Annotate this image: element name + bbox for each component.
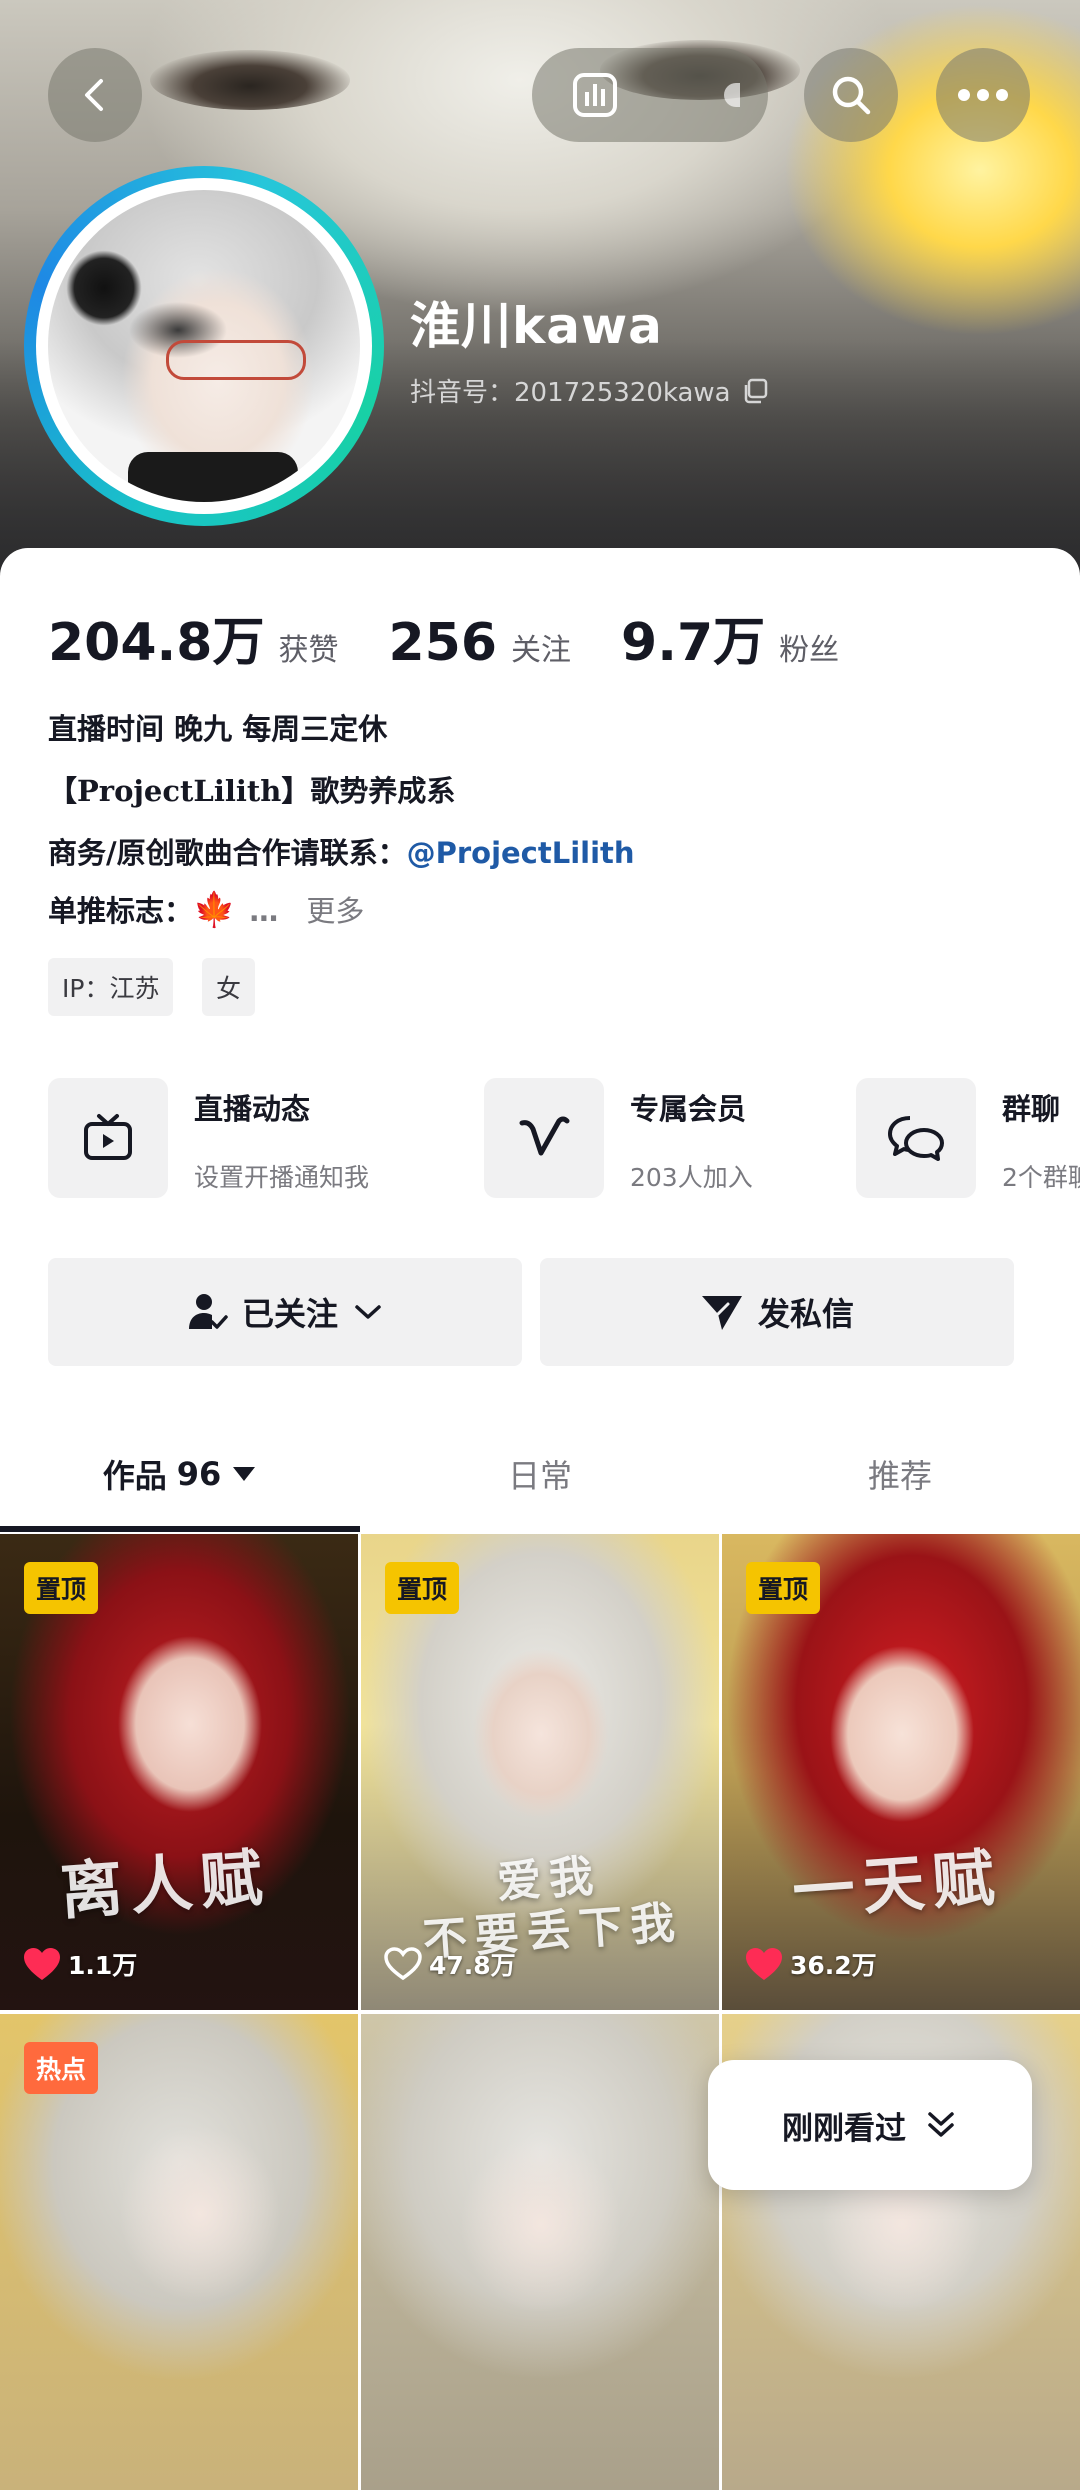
v-badge-icon	[519, 1116, 570, 1156]
video-cover	[361, 2014, 719, 2490]
avatar-image	[48, 190, 360, 502]
following-button-label: 已关注	[241, 1295, 338, 1333]
video-likes-count: 36.2万	[790, 1951, 877, 1980]
back-button[interactable]	[48, 48, 142, 142]
feature-live-icon-box	[48, 1078, 168, 1198]
heart-filled-icon	[746, 1948, 782, 1980]
banner-eye-left	[150, 50, 350, 110]
feature-live-title: 直播动态	[194, 1092, 311, 1126]
video-likes: 1.1万	[22, 1946, 137, 1982]
bio-line-2: 【ProjectLilith】歌势养成系	[48, 774, 456, 808]
stats-row: 204.8万 获赞 256 关注 9.7万 粉丝	[48, 600, 889, 675]
tab-recommended-label: 推荐	[867, 1457, 932, 1495]
likes-label: 获赞	[278, 633, 339, 668]
avatar[interactable]	[24, 166, 384, 526]
video-cover-text: 离人赋	[58, 1840, 273, 1929]
bio-mention-link[interactable]: @ProjectLilith	[407, 836, 635, 870]
ellipsis-icon	[958, 89, 1008, 101]
avatar-border	[36, 178, 372, 514]
followers-count[interactable]: 9.7万	[621, 600, 765, 675]
bio-more-link[interactable]: 更多	[306, 894, 364, 928]
stats-button[interactable]	[532, 48, 768, 142]
tab-daily-label: 日常	[507, 1457, 572, 1495]
feature-chat-title: 群聊	[1002, 1092, 1061, 1126]
tab-daily[interactable]: 日常	[360, 1420, 720, 1528]
following-label: 关注	[511, 633, 572, 668]
pinned-badge: 置顶	[385, 1562, 460, 1614]
following-count[interactable]: 256	[388, 613, 497, 673]
content-tabs: 作品 96 日常 推荐	[0, 1420, 1080, 1532]
profile-name: 淮川kawa	[410, 297, 663, 355]
avatar-flower	[66, 250, 142, 326]
message-button-label: 发私信	[757, 1295, 854, 1333]
recently-viewed-label: 刚刚看过	[782, 2110, 906, 2147]
caret-down-icon	[233, 1467, 256, 1481]
video-card[interactable]	[361, 2014, 719, 2490]
bar-chart-icon	[573, 73, 617, 117]
bio-line-3: 商务/原创歌曲合作请联系：@ProjectLilith	[48, 830, 635, 872]
video-card[interactable]: 置顶 离人赋 1.1万	[0, 1534, 358, 2010]
video-card[interactable]: 置顶 爱我 不要丢下我 47.8万	[361, 1534, 719, 2010]
video-likes: 47.8万	[383, 1946, 516, 1982]
user-check-icon	[188, 1294, 228, 1329]
likes-count[interactable]: 204.8万	[48, 600, 264, 675]
heart-filled-icon	[24, 1948, 60, 1980]
search-button[interactable]	[804, 48, 898, 142]
tab-works-label: 作品	[102, 1457, 167, 1495]
chat-bubbles-icon	[888, 1116, 944, 1161]
more-button[interactable]	[936, 48, 1030, 142]
feature-group-chat[interactable]: 群聊 2个群聊	[856, 1078, 1080, 1198]
tab-works[interactable]: 作品 96	[0, 1420, 360, 1528]
recently-viewed-button[interactable]: 刚刚看过	[708, 2060, 1032, 2190]
hot-badge: 热点	[24, 2042, 99, 2094]
ip-tag: IP：江苏	[48, 958, 174, 1016]
bio-line-3-prefix: 商务/原创歌曲合作请联系：	[48, 836, 407, 870]
copy-icon[interactable]	[741, 377, 769, 405]
profile-id[interactable]: 抖音号：201725320kawa	[410, 372, 769, 409]
pinned-badge: 置顶	[746, 1562, 821, 1614]
following-button[interactable]: 已关注	[48, 1258, 522, 1366]
bio-line-4-prefix: 单推标志：	[48, 894, 194, 928]
feature-membership[interactable]: 专属会员 203人加入	[484, 1078, 753, 1198]
video-likes-count: 47.8万	[429, 1951, 516, 1980]
avatar-glasses	[166, 340, 306, 380]
video-card[interactable]: 置顶 一天赋 36.2万	[722, 1534, 1080, 2010]
search-icon	[832, 76, 871, 115]
video-cover-text: 一天赋	[790, 1840, 1005, 1929]
feature-member-subtitle: 203人加入	[630, 1163, 753, 1192]
feature-live-updates[interactable]: 直播动态 设置开播通知我	[48, 1078, 369, 1198]
feature-chat-subtitle: 2个群聊	[1002, 1163, 1080, 1192]
avatar-collar	[128, 452, 298, 502]
feature-member-title: 专属会员	[630, 1092, 747, 1126]
maple-leaf-icon: 🍁	[193, 890, 236, 930]
pinned-badge: 置顶	[24, 1562, 99, 1614]
feature-chat-icon-box	[856, 1078, 976, 1198]
bio-line-4: 单推标志：🍁 … 更多	[48, 888, 364, 930]
heart-outline-icon	[384, 1947, 422, 1981]
chevron-down-icon	[355, 1305, 381, 1319]
tv-icon	[84, 1114, 132, 1160]
feature-live-subtitle: 设置开播通知我	[194, 1163, 370, 1192]
stats-indicator-dot	[724, 83, 740, 107]
tab-recommended[interactable]: 推荐	[720, 1420, 1080, 1528]
followers-label: 粉丝	[779, 633, 840, 668]
message-button[interactable]: 发私信	[540, 1258, 1014, 1366]
tab-active-indicator	[0, 1526, 360, 1532]
chevron-left-icon	[85, 79, 103, 111]
feature-member-icon-box	[484, 1078, 604, 1198]
video-likes-count: 1.1万	[68, 1951, 138, 1980]
video-likes: 36.2万	[744, 1946, 877, 1982]
double-chevron-down-icon	[928, 2112, 954, 2137]
video-card[interactable]: 热点	[0, 2014, 358, 2490]
tab-works-count: 96	[176, 1455, 222, 1493]
bio-line-1: 直播时间 晚九 每周三定休	[48, 712, 388, 746]
send-plane-icon	[701, 1296, 742, 1330]
bio-ellipsis: …	[249, 894, 279, 928]
profile-id-text: 抖音号：201725320kawa	[410, 378, 731, 408]
gender-tag: 女	[202, 958, 256, 1016]
